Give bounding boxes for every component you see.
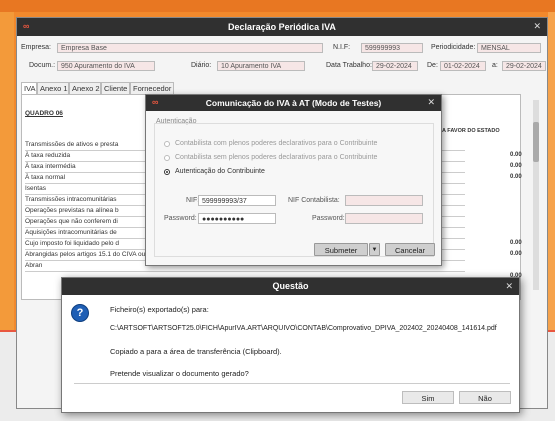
password-label: Password: (164, 215, 197, 222)
password-contabilista-input[interactable] (345, 213, 423, 224)
question-message: Pretende visualizar o documento gerado? (110, 369, 249, 378)
de-field[interactable]: 01-02-2024 (440, 61, 486, 71)
radio-with-powers-label: Contabilista com plenos poderes declarat… (175, 140, 378, 147)
data-trabalho-field[interactable]: 29-02-2024 (372, 61, 418, 71)
at-dialog-title: Comunicação do IVA à AT (Modo de Testes) (205, 98, 382, 108)
yes-button[interactable]: Sim (402, 391, 454, 404)
password-input[interactable]: ●●●●●●●●●● (198, 213, 276, 224)
export-message: Ficheiro(s) exportado(s) para: (110, 305, 209, 314)
radio-with-powers[interactable] (164, 141, 170, 147)
scrollbar-thumb[interactable] (533, 122, 539, 162)
value-cell: 0.00 (510, 240, 522, 246)
question-title: Questão (272, 281, 309, 291)
col-header-estado: A FAVOR DO ESTADO (442, 128, 500, 134)
submit-dropdown-button[interactable]: ▼ (369, 243, 380, 256)
nif-field[interactable]: 599999993 (361, 43, 423, 53)
value-cell: 0.00 (510, 163, 522, 169)
question-dialog: Questão ✕ ? Ficheiro(s) exportado(s) par… (61, 277, 520, 413)
submit-button[interactable]: Submeter (314, 243, 368, 256)
vertical-scrollbar[interactable] (533, 100, 539, 290)
desktop-top-band (0, 0, 555, 12)
main-titlebar: ∞ Declaração Periódica IVA ✕ (17, 18, 547, 36)
value-cell: 0.00 (510, 174, 522, 180)
nif-contabilista-input[interactable] (345, 195, 423, 206)
diario-field[interactable]: 10 Apuramento IVA (217, 61, 305, 71)
main-window-title: Declaração Periódica IVA (228, 22, 336, 32)
dialog-separator (74, 383, 510, 384)
empresa-field[interactable]: Empresa Base (57, 43, 323, 53)
question-titlebar: Questão ✕ (62, 278, 519, 295)
empresa-label: Empresa: (21, 44, 51, 51)
close-icon[interactable]: ✕ (505, 281, 513, 292)
radio-without-powers-label: Contabilista sem plenos poderes declarat… (175, 154, 378, 161)
no-button[interactable]: Não (459, 391, 511, 404)
docum-field[interactable]: 950 Apuramento do IVA (57, 61, 155, 71)
radio-taxpayer-auth[interactable] (164, 169, 170, 175)
a-field[interactable]: 29-02-2024 (502, 61, 546, 71)
tab-fornecedor[interactable]: Fornecedor (130, 82, 174, 94)
radio-taxpayer-auth-label: Autenticação do Contribuinte (175, 168, 265, 175)
tab-iva[interactable]: IVA (21, 82, 37, 94)
radio-without-powers[interactable] (164, 155, 170, 161)
nif-contabilista-label: NIF Contabilista: (288, 197, 340, 204)
value-cell: 0.00 (510, 251, 522, 257)
nif-input[interactable]: 599999993/37 (198, 195, 276, 206)
question-mark-icon: ? (71, 304, 89, 322)
periodicidade-label: Periodicidade: (431, 44, 476, 51)
data-trabalho-label: Data Trabalho: (326, 62, 372, 69)
clipboard-message: Copiado a para a área de transferência (… (110, 347, 282, 356)
de-label: De: (427, 62, 438, 69)
password-contabilista-label: Password: (312, 215, 345, 222)
at-communication-dialog: ∞ Comunicação do IVA à AT (Modo de Teste… (145, 94, 442, 266)
value-cell: 0.00 (510, 152, 522, 158)
close-icon[interactable]: ✕ (427, 97, 435, 108)
tab-anexo-2[interactable]: Anexo 2 (69, 82, 101, 94)
a-label: a: (492, 62, 498, 69)
tab-cliente[interactable]: Cliente (101, 82, 130, 94)
docum-label: Docum.: (29, 62, 56, 69)
close-icon[interactable]: ✕ (533, 21, 541, 32)
periodicidade-field[interactable]: MENSAL (477, 43, 541, 53)
diario-label: Diário: (191, 62, 212, 69)
at-dialog-titlebar: ∞ Comunicação do IVA à AT (Modo de Teste… (146, 95, 441, 111)
export-path: C:\ARTSOFT\ARTSOFT25.0\FICH\ApurIVA.ART\… (110, 325, 497, 332)
cancel-button[interactable]: Cancelar (385, 243, 435, 256)
tab-anexo-1[interactable]: Anexo 1 (37, 82, 69, 94)
nif-label: N.I.F: (333, 44, 351, 51)
